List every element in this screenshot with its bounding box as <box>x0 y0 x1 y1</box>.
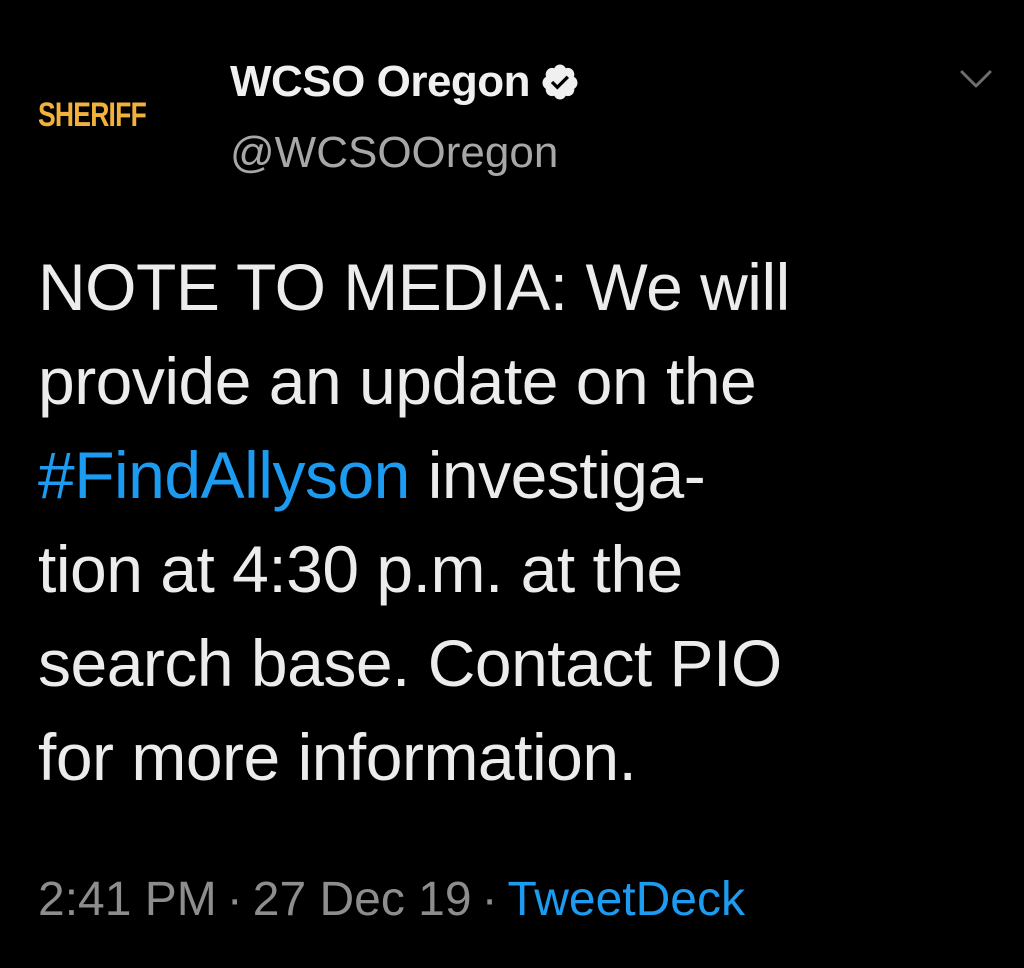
verified-badge-icon <box>542 64 578 100</box>
avatar[interactable]: SHERIFF <box>38 60 188 170</box>
user-handle[interactable]: @WCSOOregon <box>230 128 558 178</box>
tweet-card: SHERIFF WCSO Oregon @WCSOOregon NOTE TO … <box>0 0 1024 968</box>
tweet-line-text: investiga- <box>427 438 706 512</box>
meta-separator: · <box>226 873 243 926</box>
tweet-source-link[interactable]: TweetDeck <box>508 872 745 927</box>
tweet-line: search base. Contact PIO <box>38 626 782 700</box>
meta-separator: · <box>481 873 498 926</box>
tweet-line: for more information. <box>38 720 637 794</box>
tweet-line-with-hashtag: #FindAllyson investiga- <box>38 428 998 522</box>
tweet-meta: 2:41 PM · 27 Dec 19 · TweetDeck <box>38 872 745 927</box>
tweet-date[interactable]: 27 Dec 19 <box>253 872 472 927</box>
tweet-time[interactable]: 2:41 PM <box>38 872 217 927</box>
tweet-text: NOTE TO MEDIA: We will provide an update… <box>38 240 998 804</box>
chevron-down-icon[interactable] <box>956 64 996 94</box>
tweet-line: NOTE TO MEDIA: We will <box>38 250 790 324</box>
display-name[interactable]: WCSO Oregon <box>230 57 531 107</box>
tweet-line: tion at 4:30 p.m. at the <box>38 532 683 606</box>
hashtag-link[interactable]: #FindAllyson <box>38 438 410 512</box>
author-name-row: WCSO Oregon <box>230 54 580 110</box>
tweet-line: provide an update on the <box>38 344 757 418</box>
avatar-sheriff-label: SHERIFF <box>38 95 147 134</box>
